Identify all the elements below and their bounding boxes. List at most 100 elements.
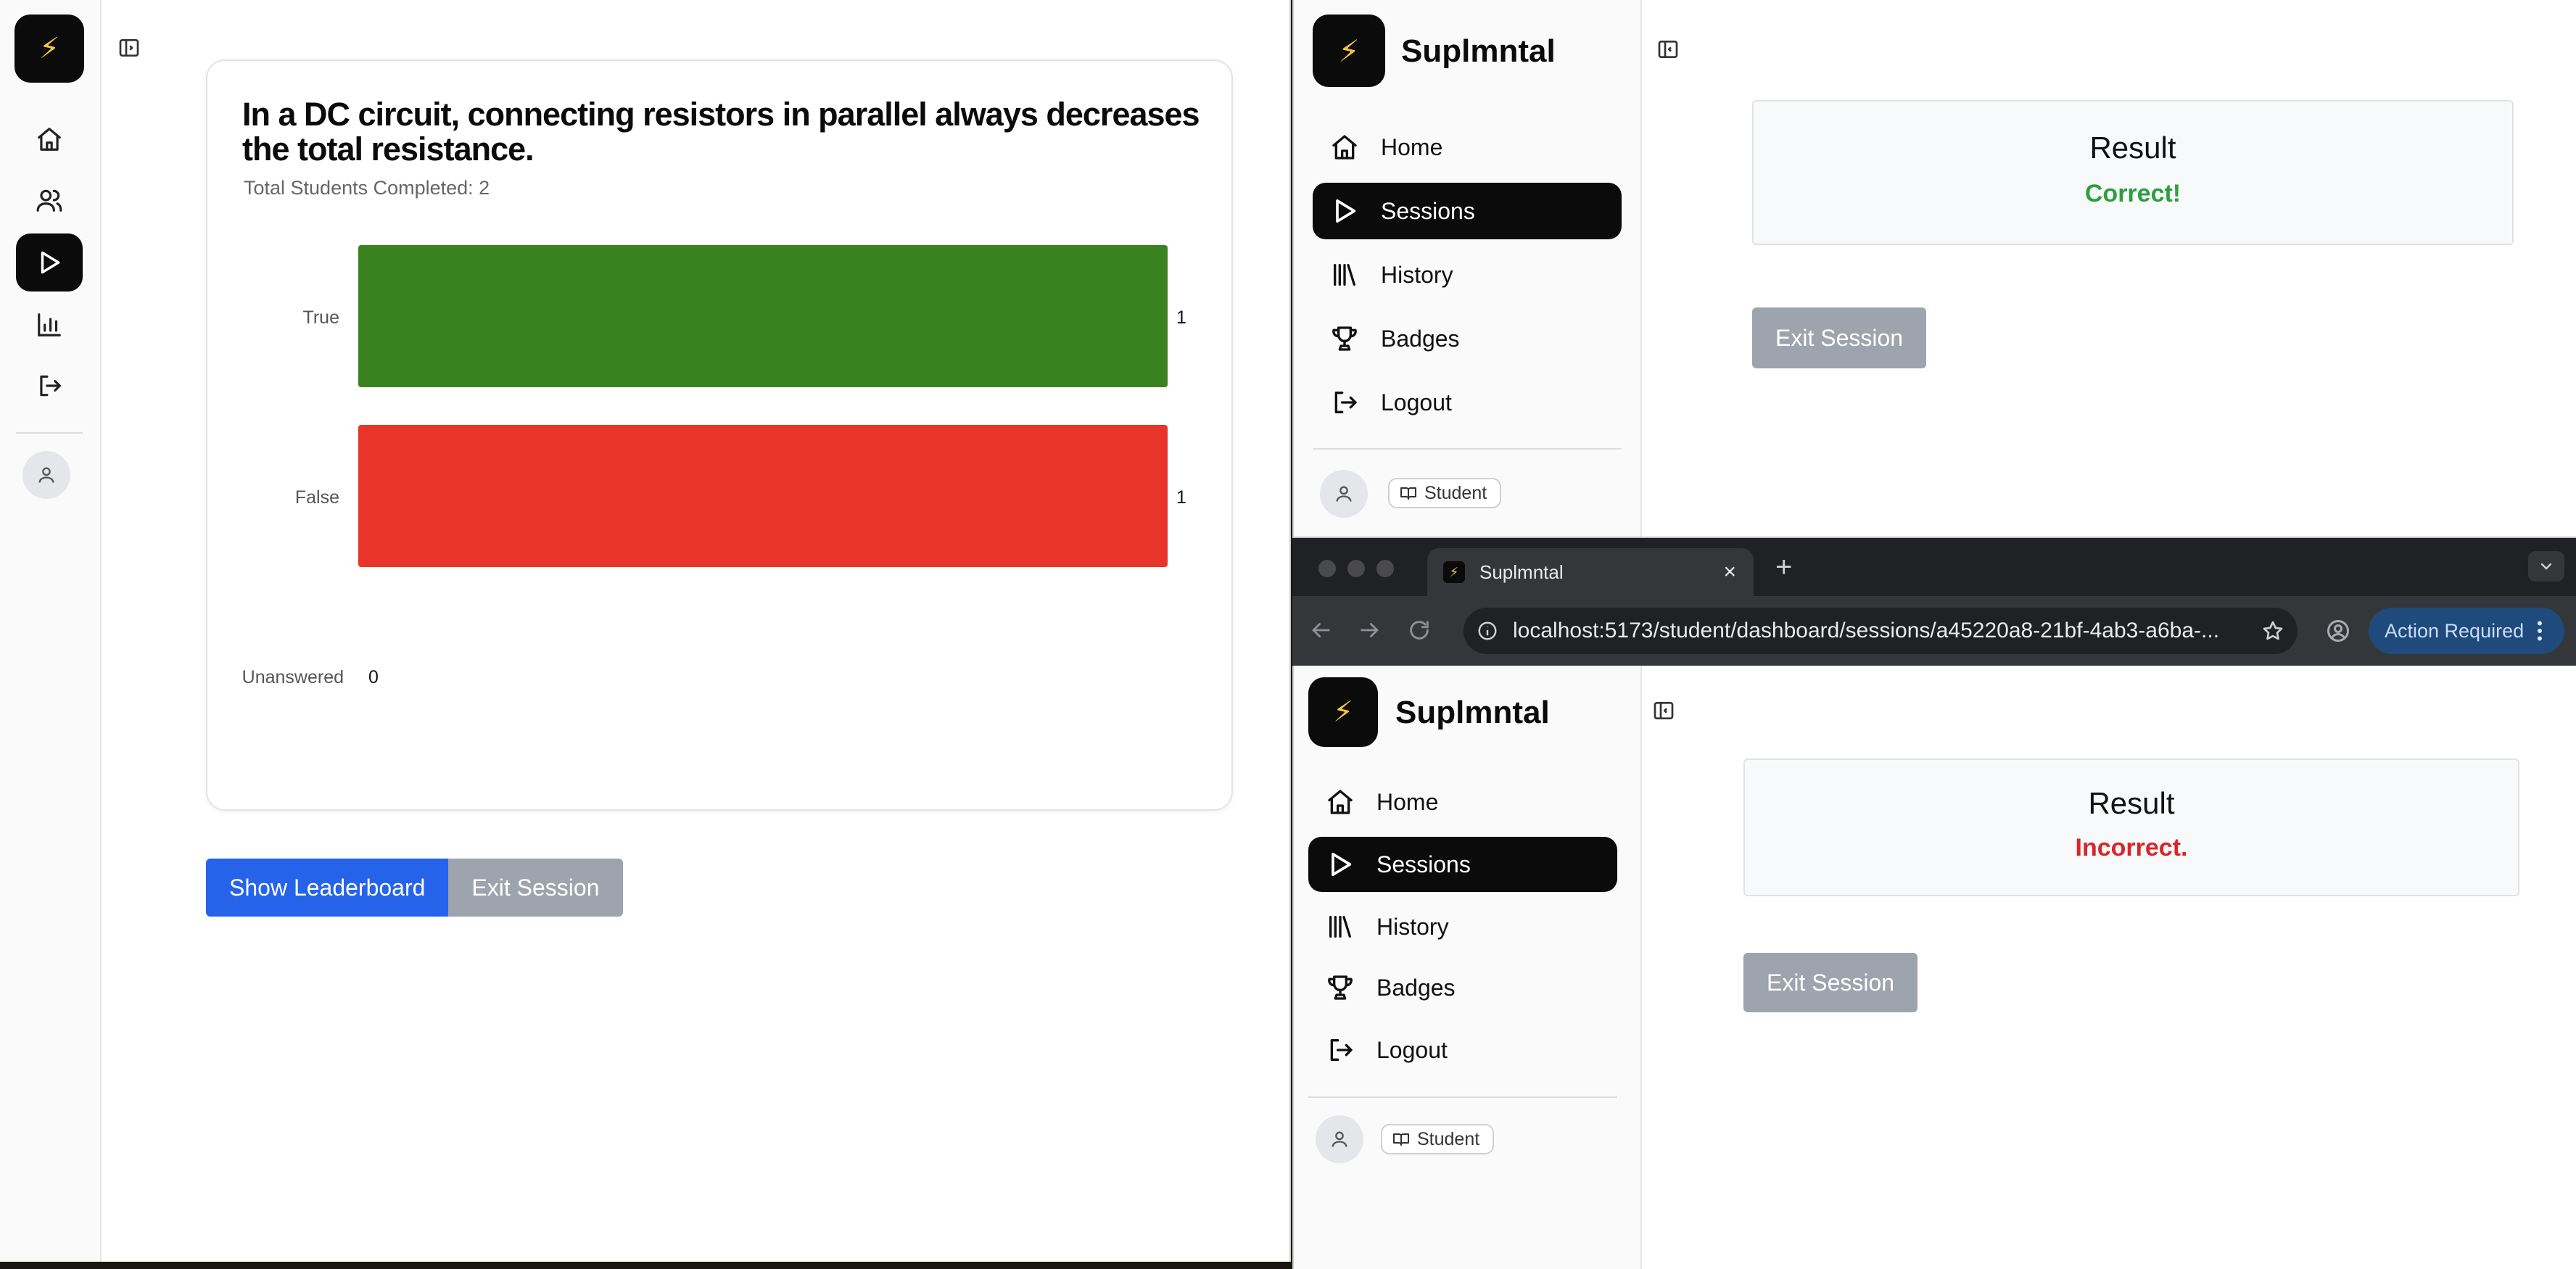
- sidebar-item-label: Badges: [1376, 974, 1456, 1001]
- sidebar: ⚡ Suplmntal Home Sessions History Badges…: [1294, 0, 1642, 537]
- sidebar-item-sessions[interactable]: Sessions: [1313, 183, 1622, 239]
- site-info-icon[interactable]: [1477, 620, 1498, 642]
- sidebar-item-label: Sessions: [1376, 851, 1471, 877]
- category-label: Unanswered: [242, 667, 344, 687]
- lightning-icon: ⚡: [1332, 696, 1354, 728]
- play-icon: [1332, 853, 1352, 876]
- avatar[interactable]: [1316, 1115, 1363, 1163]
- rail-home-button[interactable]: [16, 110, 83, 168]
- exit-session-button[interactable]: Exit Session: [1743, 953, 1918, 1012]
- exit-session-button[interactable]: Exit Session: [448, 859, 623, 917]
- brand-name: Suplmntal: [1395, 695, 1550, 730]
- result-message: Incorrect.: [2075, 834, 2188, 861]
- rail-sessions-button[interactable]: [16, 233, 83, 292]
- show-leaderboard-button[interactable]: Show Leaderboard: [206, 859, 449, 917]
- play-icon: [41, 251, 60, 274]
- value-label: 1: [1176, 487, 1186, 508]
- exit-session-button[interactable]: Exit Session: [1752, 307, 1927, 368]
- bar-false: [358, 425, 1168, 567]
- sidebar-item-label: History: [1381, 261, 1453, 288]
- tab-close-icon[interactable]: ×: [1723, 560, 1736, 584]
- logout-icon: [1330, 1039, 1353, 1061]
- sidebar-toggle-button[interactable]: [1656, 38, 1681, 62]
- sidebar: ⚡ Suplmntal Home Sessions History Badges…: [1294, 666, 1642, 1269]
- window-close-dot[interactable]: [1318, 560, 1336, 577]
- result-title: Result: [2088, 786, 2175, 820]
- app-logo[interactable]: ⚡: [15, 15, 84, 83]
- sidebar-item-label: Home: [1381, 133, 1443, 160]
- rail-users-button[interactable]: [16, 171, 83, 229]
- browser-tab[interactable]: ⚡ Suplmntal ×: [1427, 548, 1754, 596]
- bookmark-star-icon[interactable]: [2261, 619, 2284, 642]
- forward-button[interactable]: [1358, 618, 1384, 644]
- back-button[interactable]: [1308, 618, 1334, 644]
- user-icon: [38, 467, 54, 483]
- sidebar-item-logout[interactable]: Logout: [1313, 374, 1622, 431]
- more-vert-icon[interactable]: [2527, 618, 2553, 644]
- sidebar-toggle-icon: [1658, 41, 1678, 58]
- result-card: Result Incorrect.: [1743, 758, 2519, 896]
- bar-chart-icon: [38, 313, 61, 336]
- category-label: False: [295, 487, 339, 508]
- browser-toolbar: localhost:5173/student/dashboard/session…: [1292, 596, 2576, 666]
- sidebar-divider: [1308, 1096, 1617, 1098]
- brand-name: Suplmntal: [1401, 33, 1556, 69]
- role-label: Student: [1424, 482, 1487, 503]
- icon-rail: ⚡: [0, 0, 102, 1262]
- trophy-icon: [1328, 975, 1353, 1000]
- category-label: True: [303, 307, 339, 328]
- address-bar[interactable]: localhost:5173/student/dashboard/session…: [1464, 608, 2298, 654]
- rail-divider: [16, 432, 83, 434]
- window-minimize-dot[interactable]: [1347, 560, 1365, 577]
- lightning-icon: ⚡: [1338, 33, 1360, 68]
- home-icon: [1332, 135, 1357, 160]
- tab-list-button[interactable]: [2528, 551, 2564, 582]
- sidebar-toggle-button[interactable]: [117, 36, 142, 61]
- sidebar-item-label: History: [1376, 913, 1449, 940]
- trophy-icon: [1332, 326, 1357, 351]
- completed-count: Total Students Completed: 2: [244, 177, 490, 199]
- back-arrow-icon: [1312, 623, 1330, 637]
- profile-icon[interactable]: [2325, 618, 2351, 644]
- rail-logout-button[interactable]: [16, 357, 83, 415]
- student-window-top: ⚡ Suplmntal Home Sessions History Badges…: [1292, 0, 2576, 538]
- book-icon: [1400, 487, 1416, 500]
- reload-icon: [1410, 621, 1429, 640]
- app-logo[interactable]: ⚡: [1313, 15, 1385, 87]
- rail-analytics-button[interactable]: [16, 296, 83, 354]
- poll-bar-chart: True 1 False 1 Unanswered 0: [242, 245, 1186, 687]
- user-icon: [1332, 1131, 1347, 1147]
- new-tab-icon[interactable]: +: [1775, 551, 1792, 584]
- logout-icon: [40, 375, 61, 397]
- result-card: Result Correct!: [1752, 100, 2514, 245]
- sidebar-item-badges[interactable]: Badges: [1313, 310, 1622, 367]
- sidebar-item-logout[interactable]: Logout: [1308, 1022, 1617, 1078]
- sidebar-item-home[interactable]: Home: [1313, 119, 1622, 175]
- action-required-button[interactable]: Action Required: [2369, 608, 2564, 654]
- avatar[interactable]: [22, 451, 70, 499]
- forward-arrow-icon: [1361, 623, 1379, 637]
- sidebar-item-history[interactable]: History: [1313, 247, 1622, 303]
- home-icon: [38, 128, 61, 151]
- sidebar-item-home[interactable]: Home: [1308, 774, 1617, 830]
- sidebar-item-sessions[interactable]: Sessions: [1308, 837, 1617, 892]
- lightning-icon: ⚡: [1449, 564, 1459, 579]
- app-logo[interactable]: ⚡: [1308, 677, 1378, 747]
- window-maximize-dot[interactable]: [1376, 560, 1394, 577]
- chevron-down-icon: [2540, 563, 2552, 570]
- book-icon: [1393, 1133, 1409, 1146]
- sidebar-toggle-button[interactable]: [1652, 699, 1677, 724]
- teacher-window: ⚡ In a DC circuit, connecting resistors …: [0, 0, 1291, 1262]
- bar-true: [358, 245, 1168, 387]
- result-title: Result: [2089, 131, 2176, 165]
- browser-chrome: ⚡ Suplmntal × + localhost:5173/student/d…: [1292, 538, 2576, 666]
- sidebar-toggle-icon: [1654, 702, 1674, 719]
- result-message: Correct!: [2084, 180, 2181, 207]
- sidebar-toggle-icon: [119, 39, 139, 57]
- value-label: 0: [368, 667, 379, 687]
- sidebar-item-badges[interactable]: Badges: [1308, 960, 1617, 1015]
- lightning-icon: ⚡: [38, 33, 60, 65]
- reload-button[interactable]: [1407, 618, 1433, 644]
- sidebar-item-history[interactable]: History: [1308, 899, 1617, 954]
- avatar[interactable]: [1320, 470, 1368, 518]
